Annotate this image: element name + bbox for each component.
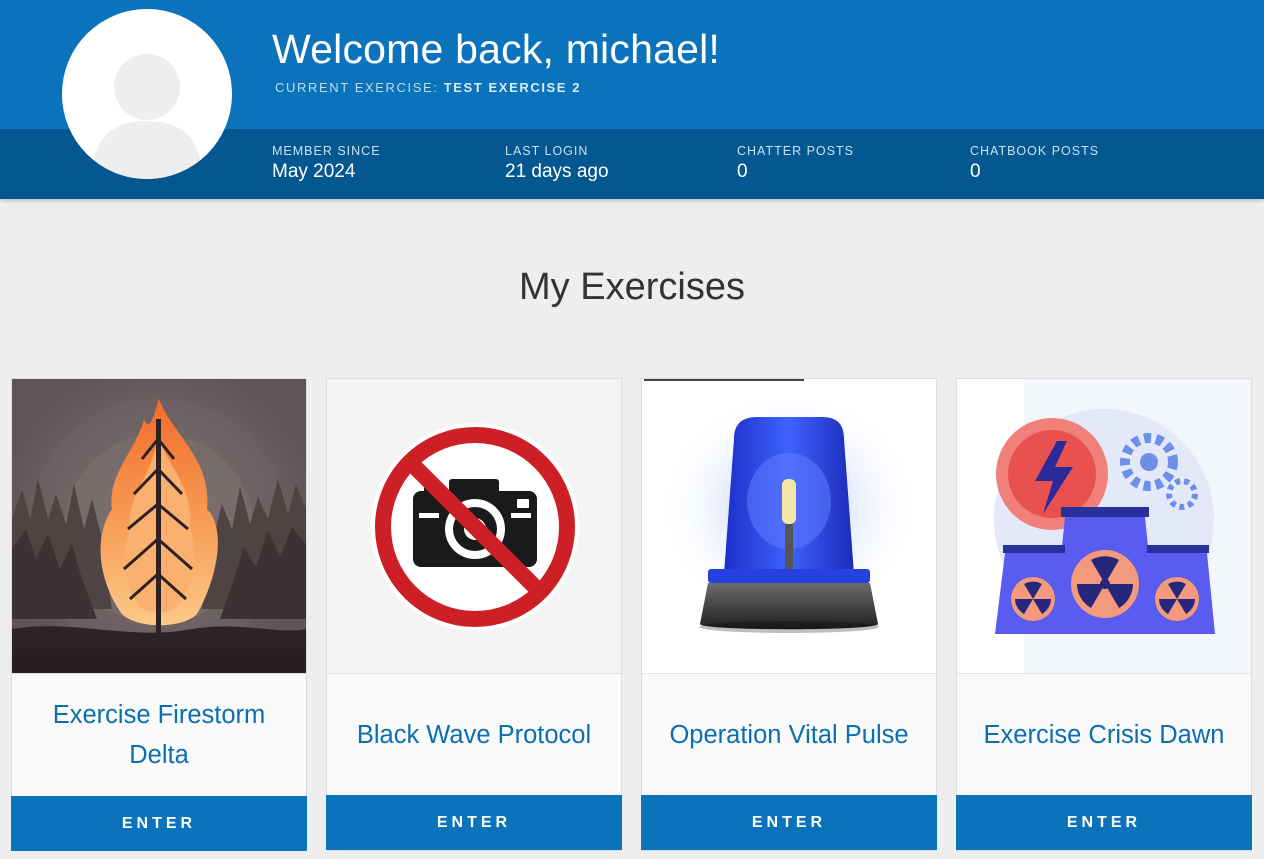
stat-chatter-posts: CHATTER POSTS 0 [737,144,854,183]
stat-value: 0 [970,161,981,182]
exercise-card-image[interactable] [12,379,306,674]
nuclear-plant-icon [957,379,1251,673]
stat-value: 0 [737,161,748,182]
user-placeholder-icon [62,9,232,179]
exercise-card-title[interactable]: Exercise Firestorm Delta [22,675,296,795]
stat-label: MEMBER SINCE [272,144,381,158]
exercise-card-image[interactable] [642,379,936,674]
stat-value: 21 days ago [505,161,609,182]
enter-button[interactable]: ENTER [956,795,1252,850]
enter-button[interactable]: ENTER [326,795,622,850]
exercise-card: Exercise Firestorm Delta ENTER [11,378,307,851]
stat-member-since: MEMBER SINCE May 2024 [272,144,381,183]
burning-tree-icon [12,379,306,673]
stat-chatbook-posts: CHATBOOK POSTS 0 [970,144,1099,183]
stat-label: CHATBOOK POSTS [970,144,1100,158]
welcome-heading: Welcome back, michael! [272,26,720,72]
current-exercise: CURRENT EXERCISE: TEST EXERCISE 2 [275,80,581,95]
exercise-card-image[interactable] [327,379,621,674]
exercise-card-image[interactable] [957,379,1251,674]
enter-button[interactable]: ENTER [641,795,937,850]
current-exercise-name: TEST EXERCISE 2 [443,80,582,95]
exercise-card-title[interactable]: Black Wave Protocol [337,675,611,795]
emergency-siren-icon [642,379,936,673]
current-exercise-label: CURRENT EXERCISE: [275,80,439,95]
exercise-card: Black Wave Protocol ENTER [326,378,622,851]
exercise-card: Exercise Crisis Dawn ENTER [956,378,1252,851]
avatar[interactable] [62,9,232,179]
stat-value: May 2024 [272,161,356,182]
exercise-card-title[interactable]: Exercise Crisis Dawn [967,675,1241,795]
stat-label: CHATTER POSTS [737,144,854,158]
no-camera-icon [327,379,621,673]
exercise-card-title[interactable]: Operation Vital Pulse [652,675,926,795]
section-title: My Exercises [519,266,745,308]
enter-button[interactable]: ENTER [11,796,307,851]
stat-label: LAST LOGIN [505,144,589,158]
exercise-card: Operation Vital Pulse ENTER [641,378,937,851]
stat-last-login: LAST LOGIN 21 days ago [505,144,609,183]
